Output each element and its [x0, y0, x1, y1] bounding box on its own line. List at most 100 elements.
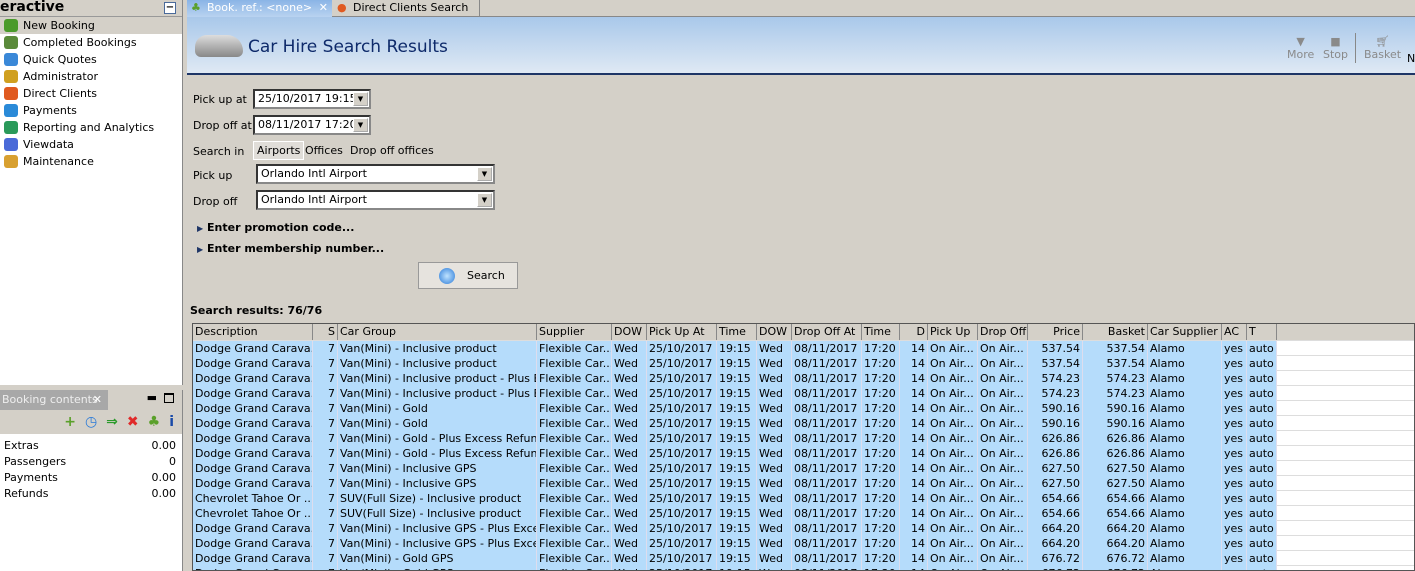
table-cell: 537.54: [1083, 356, 1148, 371]
table-row[interactable]: Chevrolet Tahoe Or ... 7 SUV(Full Size) - …: [193, 491, 1414, 506]
nav-item-direct-clients[interactable]: Direct Clients: [0, 85, 182, 102]
pickup-location-select[interactable]: Orlando Intl Airport ▼: [256, 164, 495, 184]
table-row[interactable]: Dodge Grand Carava... 7 Van(Mini) - Inclus…: [193, 371, 1414, 386]
close-icon[interactable]: ✕: [319, 0, 328, 16]
tab-booking[interactable]: ♣ Book. ref.: <none> ✕: [187, 0, 332, 17]
column-header[interactable]: Time: [717, 324, 757, 340]
basket-transfer-icon[interactable]: ⇒: [106, 414, 118, 430]
column-header[interactable]: DOW: [612, 324, 647, 340]
chevron-down-icon[interactable]: ▼: [477, 193, 492, 207]
clock-icon[interactable]: ◷: [85, 414, 97, 430]
column-header[interactable]: T: [1247, 324, 1277, 340]
search-in-airports[interactable]: Airports: [253, 141, 305, 160]
table-cell: Wed: [612, 551, 647, 566]
minimize-icon[interactable]: ▬: [147, 391, 157, 404]
table-cell: On Air...: [978, 386, 1028, 401]
table-cell: Van(Mini) - Gold: [338, 401, 537, 416]
table-cell: 14: [900, 566, 928, 570]
column-header[interactable]: AC: [1222, 324, 1247, 340]
table-cell: 7: [313, 416, 338, 431]
column-header[interactable]: DOW: [757, 324, 792, 340]
search-button[interactable]: Search: [418, 262, 518, 289]
table-row[interactable]: Dodge Grand Carava... 7 Van(Mini) - Gold -…: [193, 446, 1414, 461]
table-cell: On Air...: [928, 356, 978, 371]
table-cell: 14: [900, 536, 928, 551]
promotion-code-expander[interactable]: ▶ Enter promotion code...: [197, 221, 354, 234]
stop-button[interactable]: ■ Stop: [1323, 35, 1348, 61]
column-header[interactable]: Supplier: [537, 324, 612, 340]
column-header[interactable]: Description: [193, 324, 313, 340]
table-row[interactable]: Dodge Grand Carava... 7 Van(Mini) - Inclus…: [193, 476, 1414, 491]
column-header[interactable]: Time: [862, 324, 900, 340]
column-header[interactable]: Pick Up At: [647, 324, 717, 340]
table-cell: Alamo: [1148, 416, 1222, 431]
column-header[interactable]: Car Supplier: [1148, 324, 1222, 340]
table-row[interactable]: Dodge Grand Carava... 7 Van(Mini) - Gold Fl…: [193, 401, 1414, 416]
table-header[interactable]: Description S Car Group Supplier DOW Pick Up …: [193, 324, 1414, 341]
basket-button[interactable]: 🛒︎ Basket: [1364, 35, 1401, 61]
column-header[interactable]: Pick Up: [928, 324, 978, 340]
search-in-offices[interactable]: Offices: [305, 144, 343, 157]
table-cell: Alamo: [1148, 386, 1222, 401]
close-icon[interactable]: ✕: [93, 390, 102, 410]
column-header[interactable]: Drop Off: [978, 324, 1028, 340]
dropoff-datetime-field[interactable]: 08/11/2017 17:20 ▼: [253, 115, 371, 135]
nav-item-maintenance[interactable]: Maintenance: [0, 153, 182, 170]
table-row[interactable]: Dodge Grand Carava... 7 Van(Mini) - Inclus…: [193, 521, 1414, 536]
results-grid[interactable]: Description S Car Group Supplier DOW Pick Up …: [192, 323, 1415, 571]
membership-number-label: Enter membership number...: [207, 242, 385, 255]
table-row[interactable]: Dodge Grand Carava... 7 Van(Mini) - Inclus…: [193, 341, 1414, 356]
more-button[interactable]: ▼ More: [1287, 35, 1314, 61]
table-cell: 17:20: [862, 536, 900, 551]
nav-item-new-booking[interactable]: New Booking: [0, 17, 182, 34]
column-header[interactable]: S: [313, 324, 338, 340]
nav-item-label: New Booking: [23, 19, 95, 32]
chevron-down-icon[interactable]: ▼: [353, 118, 368, 132]
nav-item-payments[interactable]: Payments: [0, 102, 182, 119]
dropoff-location-select[interactable]: Orlando Intl Airport ▼: [256, 190, 495, 210]
nav-item-icon: [4, 36, 18, 49]
table-cell: 25/10/2017: [647, 431, 717, 446]
table-cell: 19:15: [717, 386, 757, 401]
table-row-partial[interactable]: Dodge Grand Carava...7Van(Mini) - Gold G…: [193, 566, 1414, 570]
maximize-icon[interactable]: [164, 393, 174, 403]
table-cell: Alamo: [1148, 431, 1222, 446]
column-header[interactable]: Drop Off At: [792, 324, 862, 340]
tab-direct-clients-search[interactable]: ● Direct Clients Search: [333, 0, 480, 17]
table-cell: Van(Mini) - Gold GPS: [338, 551, 537, 566]
column-header[interactable]: Car Group: [338, 324, 537, 340]
collapse-icon[interactable]: −: [164, 2, 176, 14]
nav-item-administrator[interactable]: Administrator: [0, 68, 182, 85]
table-row[interactable]: Dodge Grand Carava... 7 Van(Mini) - Inclus…: [193, 356, 1414, 371]
table-cell: 627.50: [1083, 461, 1148, 476]
nav-item-completed-bookings[interactable]: Completed Bookings: [0, 34, 182, 51]
chevron-down-icon[interactable]: ▼: [353, 92, 368, 106]
membership-number-expander[interactable]: ▶ Enter membership number...: [197, 242, 384, 255]
info-icon[interactable]: i: [169, 414, 174, 430]
column-header[interactable]: Basket: [1083, 324, 1148, 340]
delete-icon[interactable]: ✖: [127, 414, 139, 430]
table-cell: 14: [900, 386, 928, 401]
table-row[interactable]: Dodge Grand Carava... 7 Van(Mini) - Inclus…: [193, 386, 1414, 401]
add-icon[interactable]: +: [64, 414, 76, 430]
table-cell: yes: [1222, 476, 1247, 491]
palm-icon[interactable]: ♣: [148, 414, 161, 430]
nav-item-reporting-and-analytics[interactable]: Reporting and Analytics: [0, 119, 182, 136]
nav-item-viewdata[interactable]: Viewdata: [0, 136, 182, 153]
table-cell: On Air...: [978, 416, 1028, 431]
table-cell: 25/10/2017: [647, 446, 717, 461]
table-row[interactable]: Dodge Grand Carava... 7 Van(Mini) - Inclus…: [193, 536, 1414, 551]
table-row[interactable]: Dodge Grand Carava... 7 Van(Mini) - Gold Fl…: [193, 416, 1414, 431]
table-row[interactable]: Chevrolet Tahoe Or ... 7 SUV(Full Size) - …: [193, 506, 1414, 521]
pickup-datetime-field[interactable]: 25/10/2017 19:15 ▼: [253, 89, 371, 109]
column-header[interactable]: D: [900, 324, 928, 340]
nav-item-quick-quotes[interactable]: Quick Quotes: [0, 51, 182, 68]
booking-contents-tab[interactable]: Booking contents ✕: [0, 390, 108, 410]
column-header[interactable]: Price: [1028, 324, 1083, 340]
table-row[interactable]: Dodge Grand Carava... 7 Van(Mini) - Gold -…: [193, 431, 1414, 446]
chevron-down-icon[interactable]: ▼: [477, 167, 492, 181]
search-in-drop-off-offices[interactable]: Drop off offices: [350, 144, 434, 157]
table-row[interactable]: Dodge Grand Carava... 7 Van(Mini) - Gold G…: [193, 551, 1414, 566]
booking-contents-panel: Booking contents ✕ ▬ + ◷ ⇒ ✖ ♣ i Extras 0.00 Pas…: [0, 390, 183, 571]
table-row[interactable]: Dodge Grand Carava... 7 Van(Mini) - Inclus…: [193, 461, 1414, 476]
